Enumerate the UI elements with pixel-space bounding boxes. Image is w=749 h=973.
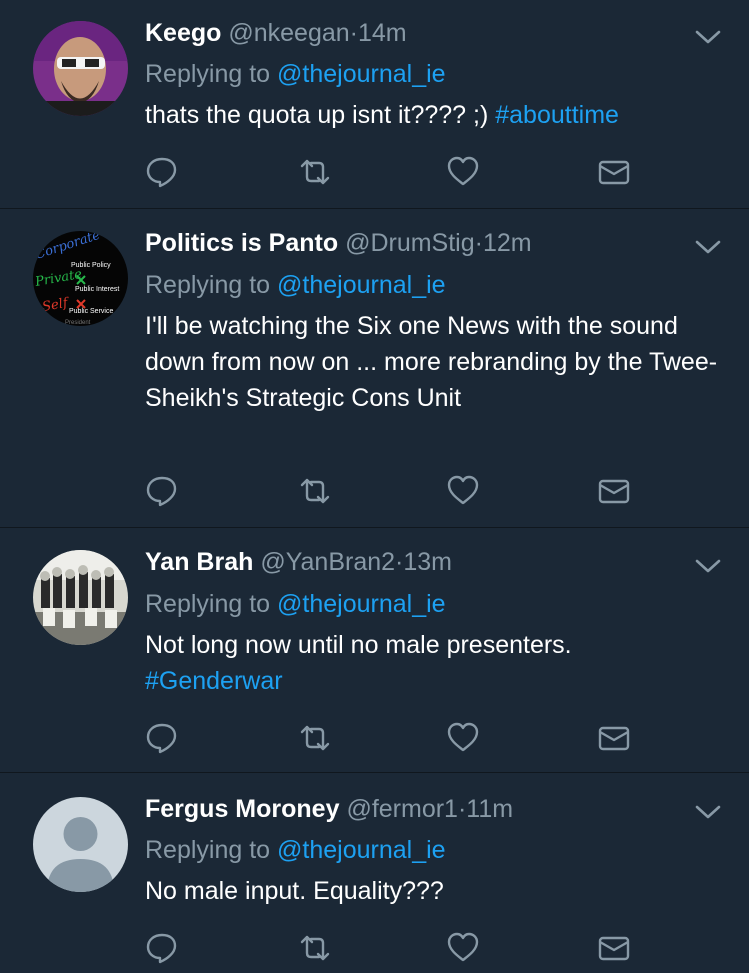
author-handle[interactable]: @nkeegan [228,19,349,47]
replying-prefix: Replying to [145,590,271,618]
replying-prefix: Replying to [145,271,271,299]
heart-icon[interactable] [446,155,480,189]
avatar-text-bottom: President [65,320,91,326]
replying-to: Replying to @thejournal_ie [145,589,446,619]
chevron-down-icon[interactable] [694,802,722,822]
retweet-icon[interactable] [298,474,332,508]
retweet-icon[interactable] [298,155,332,189]
tweet-header: Yan Brah @YanBran2·13m [145,547,452,577]
avatar[interactable] [33,550,128,645]
heart-icon[interactable] [446,931,480,965]
envelope-icon[interactable] [597,155,631,189]
tweet-header: Politics is Panto @DrumStig·12m [145,228,532,258]
replying-to: Replying to @thejournal_ie [145,835,446,865]
replying-to: Replying to @thejournal_ie [145,270,446,300]
retweet-icon[interactable] [298,931,332,965]
chevron-down-icon[interactable] [694,556,722,576]
mention-link[interactable]: @thejournal_ie [277,836,446,864]
replying-prefix: Replying to [145,60,271,88]
mention-link[interactable]: @thejournal_ie [277,590,446,618]
chevron-down-icon[interactable] [694,27,722,47]
envelope-icon[interactable] [597,931,631,965]
avatar-text-public-interest: Public Interest [75,286,119,293]
timestamp[interactable]: 13m [403,548,452,576]
tweet-body: No male input. Equality??? [145,877,444,905]
replying-to: Replying to @thejournal_ie [145,59,446,89]
hashtag-link[interactable]: #abouttime [495,101,619,129]
heart-icon[interactable] [446,721,480,755]
author-name[interactable]: Keego [145,19,221,47]
tweet-body: I'll be watching the Six one News with t… [145,312,718,412]
author-name[interactable]: Yan Brah [145,548,253,576]
tweet-text: I'll be watching the Six one News with t… [145,308,725,416]
hashtag-link[interactable]: #Genderwar [145,663,725,699]
reply-icon[interactable] [145,474,179,508]
tweet-text: thats the quota up isnt it???? ;) #about… [145,97,725,133]
avatar[interactable] [33,21,128,116]
tweet[interactable]: Fergus Moroney @fermor1·11m Replying to … [0,773,749,973]
reply-icon[interactable] [145,721,179,755]
tweet-text: No male input. Equality??? [145,873,725,909]
mention-link[interactable]: @thejournal_ie [277,271,446,299]
author-handle[interactable]: @YanBran2 [260,548,395,576]
author-name[interactable]: Politics is Panto [145,229,338,257]
envelope-icon[interactable] [597,721,631,755]
tweet-text: Not long now until no male presenters. #… [145,627,725,699]
heart-icon[interactable] [446,474,480,508]
author-handle[interactable]: @fermor1 [346,795,458,823]
separator: · [349,19,358,47]
chevron-down-icon[interactable] [694,237,722,257]
reply-icon[interactable] [145,155,179,189]
avatar-text-public-service: Public Service [69,308,113,315]
tweet-body: Not long now until no male presenters. [145,631,572,659]
author-handle[interactable]: @DrumStig [345,229,475,257]
mention-link[interactable]: @thejournal_ie [277,60,446,88]
tweet-header: Fergus Moroney @fermor1·11m [145,794,513,824]
timestamp[interactable]: 11m [466,795,513,823]
tweet[interactable]: Yan Brah @YanBran2·13m Replying to @thej… [0,528,749,772]
avatar[interactable] [33,797,128,892]
timestamp[interactable]: 14m [358,19,407,47]
separator: · [474,229,483,257]
avatar[interactable]: Corporate Public Policy Private Public I… [33,231,128,326]
retweet-icon[interactable] [298,721,332,755]
tweet-header: Keego @nkeegan·14m [145,18,407,48]
tweet[interactable]: Corporate Public Policy Private Public I… [0,209,749,527]
author-name[interactable]: Fergus Moroney [145,795,339,823]
replying-prefix: Replying to [145,836,271,864]
envelope-icon[interactable] [597,474,631,508]
reply-icon[interactable] [145,931,179,965]
tweet[interactable]: Keego @nkeegan·14m Replying to @thejourn… [0,0,749,208]
timestamp[interactable]: 12m [483,229,532,257]
tweet-body: thats the quota up isnt it???? ;) [145,101,496,129]
